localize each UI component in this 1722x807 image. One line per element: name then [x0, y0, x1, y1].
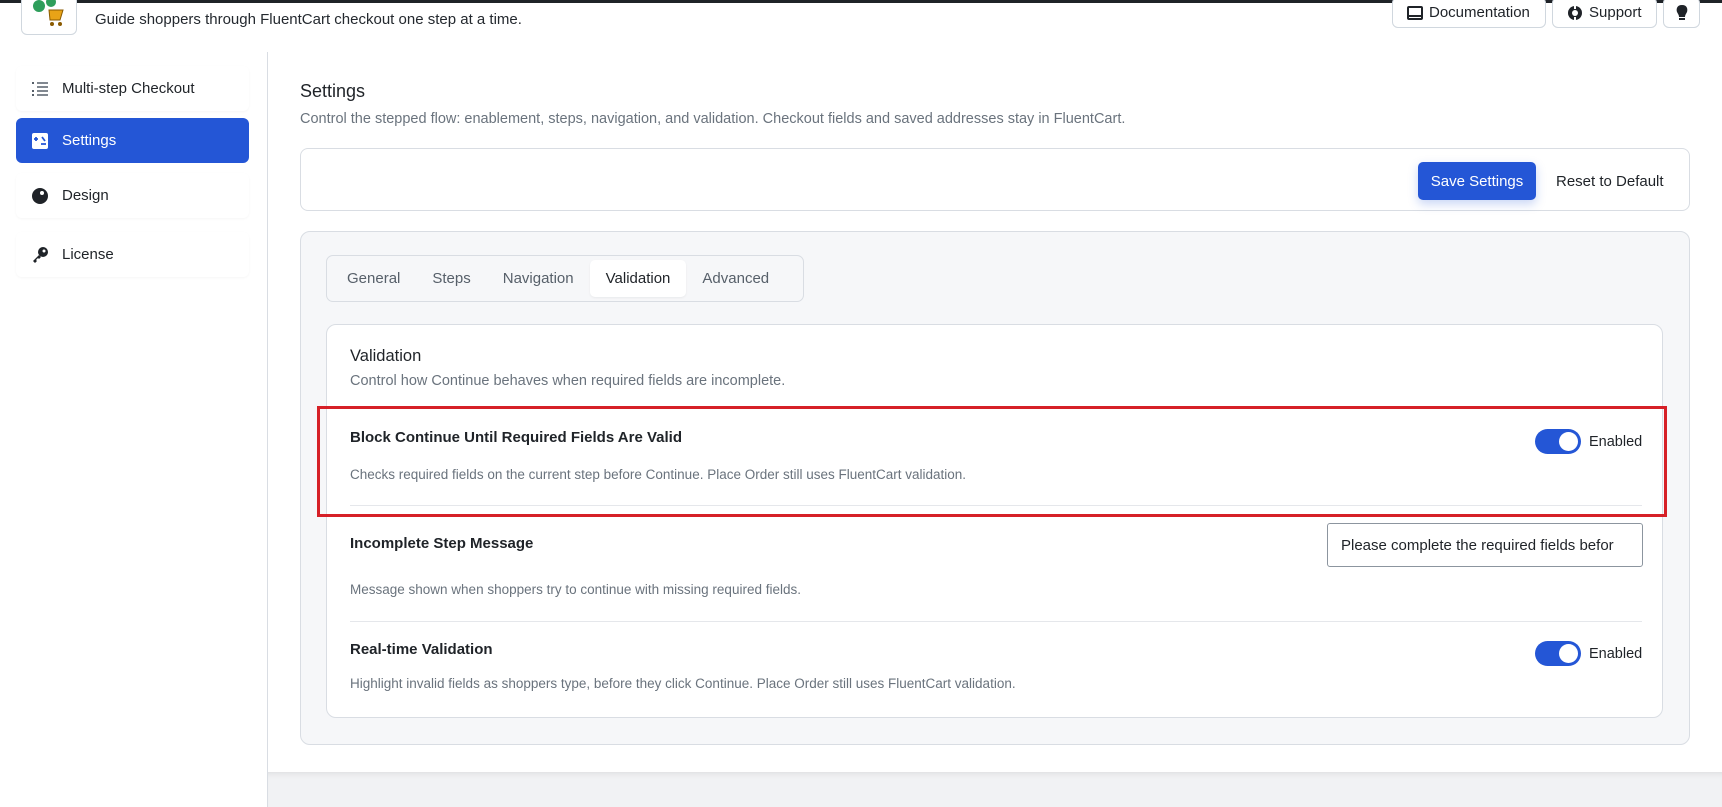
- save-settings-button[interactable]: Save Settings: [1418, 162, 1536, 200]
- page-title: Settings: [300, 81, 366, 101]
- tab-steps[interactable]: Steps: [416, 260, 486, 297]
- block-continue-toggle[interactable]: [1535, 429, 1581, 454]
- validation-title: Validation: [350, 347, 422, 365]
- app-header: Guide shoppers through FluentCart checko…: [0, 0, 1722, 47]
- support-label: Support: [1589, 4, 1642, 21]
- app-logo: [21, 0, 77, 35]
- settings-tabs: General Steps Navigation Validation Adva…: [326, 255, 804, 302]
- block-continue-title: Block Continue Until Required Fields Are…: [350, 429, 682, 446]
- toggle-knob: [1559, 644, 1578, 663]
- block-continue-help: Checks required fields on the current st…: [350, 467, 967, 482]
- app-subtitle: Guide shoppers through FluentCart checko…: [95, 11, 522, 28]
- sidebar-item-label: Settings: [62, 132, 117, 149]
- sidebar-item-settings[interactable]: Settings: [16, 118, 249, 163]
- main-content: Settings Control the stepped flow: enabl…: [268, 47, 1722, 772]
- key-icon: [30, 245, 50, 265]
- book-icon: [1407, 5, 1423, 20]
- sidebar-item-label: Multi-step Checkout: [62, 80, 195, 97]
- realtime-validation-title: Real-time Validation: [350, 641, 493, 658]
- sidebar-item-label: License: [62, 246, 114, 263]
- incomplete-message-input[interactable]: [1327, 523, 1643, 567]
- list-icon: [30, 79, 50, 99]
- settings-panel: General Steps Navigation Validation Adva…: [300, 231, 1690, 745]
- sidebar-item-label: Design: [62, 187, 109, 204]
- page-description: Control the stepped flow: enablement, st…: [300, 111, 1126, 127]
- theme-toggle-button[interactable]: [1663, 0, 1700, 28]
- cart-logo-icon: [33, 0, 64, 26]
- sidebar: Multi-step Checkout Settings Design Lice…: [0, 52, 268, 807]
- sidebar-item-multi-step-checkout[interactable]: Multi-step Checkout: [16, 66, 249, 111]
- realtime-validation-help: Highlight invalid fields as shoppers typ…: [350, 676, 1016, 691]
- documentation-button[interactable]: Documentation: [1392, 0, 1546, 28]
- realtime-validation-toggle-group: Enabled: [1535, 641, 1642, 666]
- lightbulb-icon: [1676, 4, 1687, 20]
- tab-advanced[interactable]: Advanced: [686, 260, 785, 297]
- support-button[interactable]: Support: [1552, 0, 1657, 28]
- sidebar-item-license[interactable]: License: [16, 232, 249, 277]
- block-continue-toggle-label: Enabled: [1589, 433, 1643, 450]
- block-continue-toggle-group: Enabled: [1535, 429, 1642, 454]
- tab-general[interactable]: General: [331, 260, 416, 297]
- incomplete-message-help: Message shown when shoppers try to conti…: [350, 582, 801, 597]
- tab-validation[interactable]: Validation: [589, 260, 687, 297]
- row-divider: [350, 505, 1642, 506]
- tab-navigation[interactable]: Navigation: [487, 260, 590, 297]
- settings-toolbar: Save Settings Reset to Default: [300, 148, 1690, 211]
- toggle-knob: [1559, 432, 1578, 451]
- palette-icon: [30, 186, 50, 206]
- sidebar-item-design[interactable]: Design: [16, 173, 249, 218]
- lifebuoy-icon: [1568, 5, 1582, 20]
- incomplete-message-title: Incomplete Step Message: [350, 535, 534, 552]
- realtime-validation-toggle-label: Enabled: [1589, 645, 1643, 662]
- settings-icon: [30, 131, 50, 151]
- validation-description: Control how Continue behaves when requir…: [350, 373, 786, 389]
- realtime-validation-toggle[interactable]: [1535, 641, 1581, 666]
- documentation-label: Documentation: [1429, 4, 1530, 21]
- row-divider: [350, 621, 1642, 622]
- validation-card: Validation Control how Continue behaves …: [326, 324, 1663, 718]
- reset-to-default-button[interactable]: Reset to Default: [1544, 162, 1676, 200]
- footer-band: [268, 772, 1722, 807]
